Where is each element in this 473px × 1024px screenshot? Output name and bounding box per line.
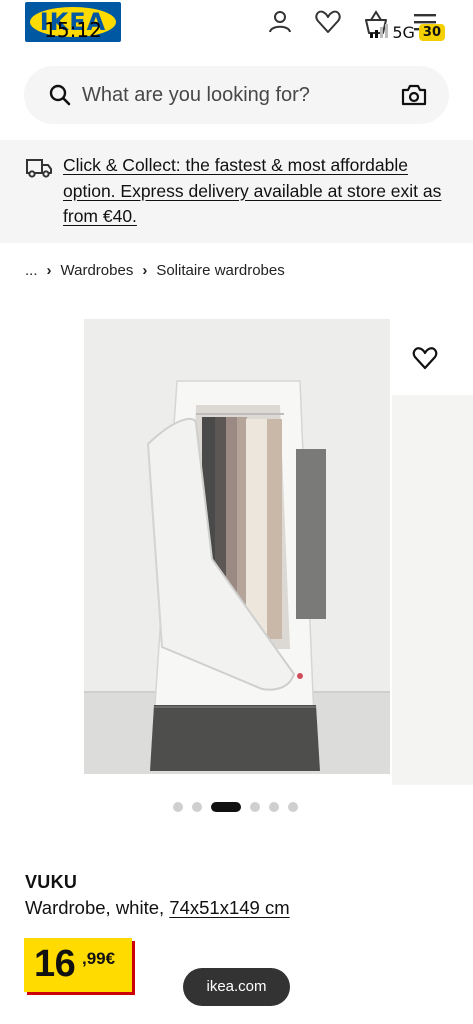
wardrobe-photo [84,319,390,774]
breadcrumb-solitaire-wardrobes[interactable]: Solitaire wardrobes [156,262,284,279]
product-name: VUKU [25,872,78,892]
status-time: 15:12 [44,18,102,42]
favorite-heart-icon[interactable] [412,346,438,370]
carousel-dot[interactable] [269,802,279,812]
product-image[interactable] [84,319,390,774]
person-icon[interactable] [266,8,294,36]
search-bar[interactable] [24,66,449,124]
product-type: Wardrobe, white, [25,897,165,918]
carousel-dot[interactable] [250,802,260,812]
search-icon[interactable] [48,83,72,107]
price-tag: 16 ,99€ [24,938,132,992]
search-input[interactable] [82,81,382,109]
dimensions-link[interactable]: 74x51x149 cm [169,897,289,918]
price-integer: 16 [34,943,76,985]
product-description: Wardrobe, white, 74x51x149 cm [25,897,290,919]
delivery-banner: Click & Collect: the fastest & most affo… [0,140,473,243]
chevron-right-icon: › [142,261,148,279]
signal-icon [370,24,389,38]
truck-icon [26,159,52,178]
carousel-dot[interactable] [288,802,298,812]
browser-url-pill[interactable]: ikea.com [183,968,290,1006]
network-type: 5G [392,22,415,42]
breadcrumb-wardrobes[interactable]: Wardrobes [61,262,134,279]
top-bar: IKEA 15:12 5G 30 [0,0,473,58]
carousel-dot[interactable] [173,802,183,812]
chevron-right-icon: › [46,261,52,279]
carousel-dot[interactable] [192,802,202,812]
heart-icon[interactable] [314,8,342,36]
breadcrumb: ... › Wardrobes › Solitaire wardrobes [25,260,285,280]
carousel-dots [0,801,473,813]
carousel-dot-active[interactable] [211,802,241,812]
status-indicators: 5G 30 [370,22,473,42]
camera-icon[interactable] [401,83,427,107]
click-collect-link[interactable]: Click & Collect: the fastest & most affo… [63,153,459,230]
price-decimal: ,99€ [82,949,116,968]
battery-indicator: 30 [418,23,445,41]
next-product-image[interactable] [392,395,473,785]
breadcrumb-ellipsis[interactable]: ... [25,262,38,279]
